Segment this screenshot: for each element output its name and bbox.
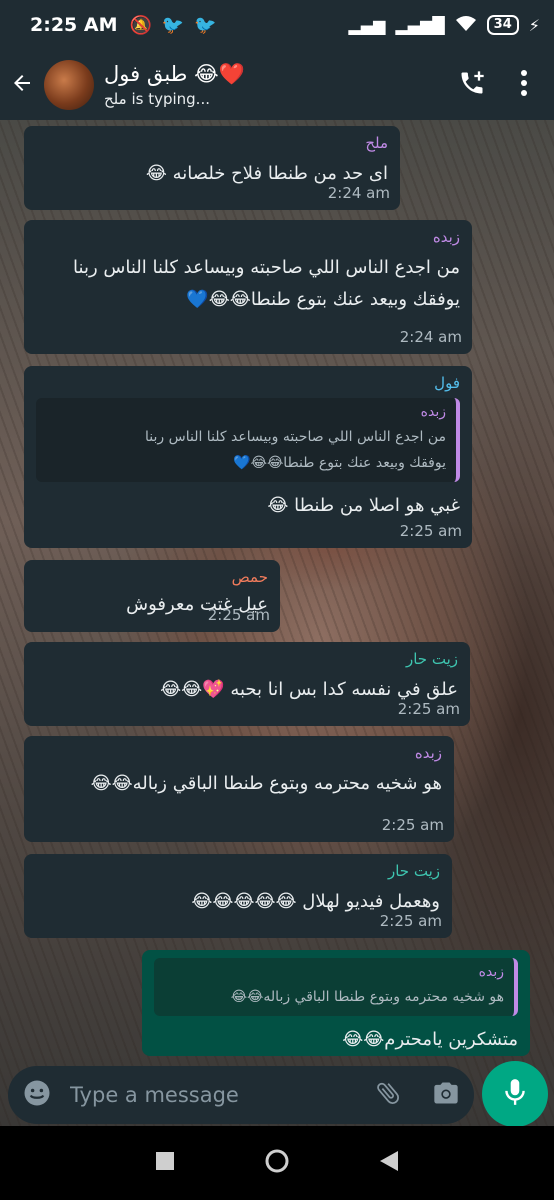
message-text: هو شخيه محترمه وبتوع طنطا الباقي زباله😂😂 xyxy=(90,773,442,794)
message-time: 2:24 am xyxy=(327,184,390,202)
message-bubble[interactable]: زبده من اجدع الناس اللي صاحبته وبيساعد ك… xyxy=(24,220,472,354)
message-bubble[interactable]: زبده هو شخيه محترمه وبتوع طنطا الباقي زب… xyxy=(24,736,454,842)
mic-button[interactable] xyxy=(482,1061,548,1127)
emoji-icon[interactable] xyxy=(22,1078,52,1112)
status-time: 2:25 AM xyxy=(30,14,118,36)
quoted-text-line: يوفقك وبيعد عنك بتوع طنطا😂😂💙 xyxy=(233,455,446,471)
message-sender: حمص xyxy=(231,568,268,586)
message-bubble[interactable]: فول زبده من اجدع الناس اللي صاحبته وبيسا… xyxy=(24,366,472,548)
wifi-icon xyxy=(455,14,477,36)
message-time: 2:24 am xyxy=(399,328,462,346)
mic-icon xyxy=(502,1077,528,1111)
message-text: غبي هو اصلا من طنطا 😂 xyxy=(267,495,460,516)
twitter-icon: 🐦 xyxy=(161,14,185,36)
message-sender: فول xyxy=(434,374,460,392)
camera-icon[interactable] xyxy=(432,1079,460,1111)
message-text-line: يوفقك وبيعد عنك بتوع طنطا😂😂💙 xyxy=(186,289,460,310)
more-vert-icon[interactable] xyxy=(520,70,528,100)
home-icon[interactable] xyxy=(264,1148,290,1178)
system-nav-bar xyxy=(0,1126,554,1200)
charging-icon: ⚡ xyxy=(528,15,540,35)
add-call-icon[interactable] xyxy=(458,69,486,101)
message-text-line: من اجدع الناس اللي صاحبته وبيساعد كلنا ا… xyxy=(73,257,460,278)
message-bubble[interactable]: زيت حار علق في نفسه كدا بس انا بحبه 💖😂😂 … xyxy=(24,642,470,726)
back-nav-icon[interactable] xyxy=(380,1151,398,1175)
quoted-message[interactable]: زبده من اجدع الناس اللي صاحبته وبيساعد ك… xyxy=(36,398,460,482)
message-time: 2:25 am xyxy=(399,522,462,540)
message-time: 2:25 am xyxy=(207,606,270,624)
paperclip-icon[interactable] xyxy=(374,1079,402,1111)
chat-title: طبق فول 😂❤️ xyxy=(104,62,245,86)
message-sender: زبده xyxy=(432,228,460,246)
message-time: 2:25 am xyxy=(379,912,442,930)
message-sender: زبده xyxy=(414,744,442,762)
message-bubble[interactable]: حمص عيل غتت معرفوش 2:25 am xyxy=(24,560,280,632)
quoted-sender: زبده xyxy=(478,964,504,980)
message-input[interactable] xyxy=(68,1082,342,1108)
quoted-text-line: هو شخيه محترمه وبتوع طنطا الباقي زباله😂😂 xyxy=(230,989,504,1005)
recents-icon[interactable] xyxy=(156,1152,174,1174)
message-time: 2:25 am xyxy=(381,816,444,834)
outgoing-message-bubble[interactable]: زبده هو شخيه محترمه وبتوع طنطا الباقي زب… xyxy=(142,950,530,1056)
message-sender: زيت حار xyxy=(405,650,458,668)
chat-header: طبق فول 😂❤️ ملح is typing... xyxy=(0,50,554,120)
silent-icon: 🔕 xyxy=(129,14,152,36)
message-text: علق في نفسه كدا بس انا بحبه 💖😂😂 xyxy=(160,679,458,700)
message-composer xyxy=(8,1066,474,1124)
quoted-message[interactable]: زبده هو شخيه محترمه وبتوع طنطا الباقي زب… xyxy=(154,958,518,1016)
message-sender: زيت حار xyxy=(387,862,440,880)
message-text: متشكرين يامحترم😂😂 xyxy=(342,1029,518,1050)
message-bubble[interactable]: زيت حار وهعمل فيديو لهلال 😂😂😂😂😂 2:25 am xyxy=(24,854,452,938)
message-time: 2:25 am xyxy=(397,700,460,718)
arrow-left-icon[interactable] xyxy=(10,68,44,103)
message-bubble[interactable]: ملح اى حد من طنطا فلاح خلصانه 😂 2:24 am xyxy=(24,126,400,210)
chat-title-area[interactable]: طبق فول 😂❤️ ملح is typing... xyxy=(104,62,245,108)
status-bar: 2:25 AM 🔕 🐦 🐦 ▂▄▆ ▂▄▆█ 34 ⚡ xyxy=(0,0,554,50)
signal-icon: ▂▄▆ xyxy=(348,15,386,35)
typing-status: ملح is typing... xyxy=(104,90,210,108)
group-avatar[interactable] xyxy=(44,60,94,110)
battery-icon: 34 xyxy=(486,15,519,35)
message-sender: ملح xyxy=(365,134,388,152)
signal-icon-2: ▂▄▆█ xyxy=(395,15,445,35)
twitter-icon-2: 🐦 xyxy=(194,14,217,36)
quoted-sender: زبده xyxy=(420,404,446,420)
quoted-text-line: من اجدع الناس اللي صاحبته وبيساعد كلنا ا… xyxy=(145,429,446,445)
